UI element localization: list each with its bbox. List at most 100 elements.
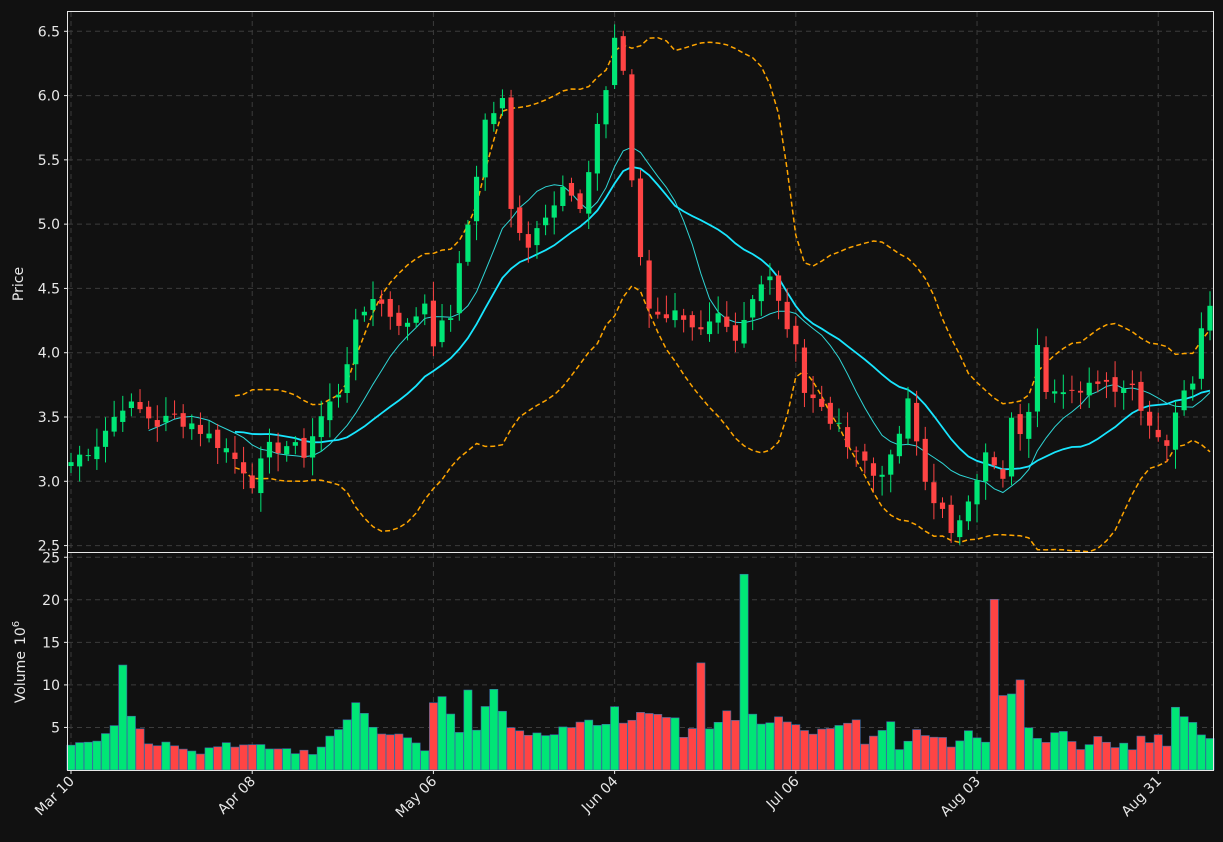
volume-bar xyxy=(800,730,809,771)
candle-body xyxy=(896,433,902,457)
volume-bar xyxy=(109,725,119,771)
volume-bar xyxy=(1067,741,1077,771)
candle-body xyxy=(258,458,264,494)
candle-body xyxy=(491,113,497,125)
candle-body xyxy=(758,284,764,302)
candle-body xyxy=(870,463,877,476)
volume-bar xyxy=(998,695,1008,771)
volume-bar xyxy=(1050,732,1060,771)
candle-body xyxy=(379,299,385,304)
candle-body xyxy=(111,416,117,432)
candle-body xyxy=(1017,414,1023,435)
candle-body xyxy=(430,300,436,347)
volume-bar xyxy=(1171,706,1180,771)
volume-tick-label: 15 xyxy=(42,635,60,651)
candle-body xyxy=(1008,417,1015,477)
volume-bar xyxy=(670,717,680,771)
volume-tick-label: 5 xyxy=(51,720,60,736)
candle-body xyxy=(845,427,851,448)
candle-body xyxy=(146,406,152,419)
volume-bar xyxy=(161,741,171,771)
candle-body xyxy=(637,178,644,258)
volume-bar xyxy=(170,745,179,771)
candle-body xyxy=(1077,390,1084,393)
volume-bar xyxy=(75,742,85,771)
volume-bar xyxy=(765,722,775,771)
volume-bar xyxy=(541,735,550,771)
volume-bar xyxy=(247,744,257,771)
candle-body xyxy=(85,455,91,457)
volume-bar xyxy=(1076,749,1085,771)
volume-bar xyxy=(196,753,205,771)
volume-bar xyxy=(230,746,240,771)
volume-bar xyxy=(1205,738,1215,771)
candle-body xyxy=(301,437,307,458)
candle-body xyxy=(931,482,937,504)
volume-bar xyxy=(774,716,783,771)
volume-bar xyxy=(403,737,412,771)
volume-bar xyxy=(661,717,671,771)
candle-body xyxy=(508,97,514,209)
volume-bar xyxy=(575,721,585,771)
candle-body xyxy=(197,424,204,434)
volume-bar xyxy=(273,748,283,771)
candle-body xyxy=(1172,412,1179,450)
volume-bar xyxy=(394,733,404,771)
candle-body xyxy=(456,263,462,314)
volume-bar xyxy=(454,732,464,771)
candle-body xyxy=(413,316,419,323)
price-tick-label: 5.0 xyxy=(38,217,60,233)
volume-bar xyxy=(515,730,525,771)
candle-body xyxy=(689,315,695,328)
volume-bar xyxy=(1093,736,1103,771)
volume-bar xyxy=(506,727,516,771)
price-tick-label: 3.0 xyxy=(38,474,60,490)
candle-body xyxy=(499,98,506,109)
volume-bar xyxy=(989,598,999,771)
candle-body xyxy=(560,186,566,206)
volume-bar xyxy=(66,744,76,771)
volume-bar xyxy=(869,735,878,771)
volume-bar xyxy=(411,742,421,771)
volume-bar xyxy=(480,706,490,771)
volume-bar xyxy=(429,702,438,771)
volume-bar xyxy=(731,720,740,771)
volume-bar xyxy=(351,702,361,771)
candle-body xyxy=(68,462,74,467)
volume-bar xyxy=(498,710,507,771)
volume-axis-label: Volume 106 xyxy=(11,621,29,703)
volume-bar xyxy=(1102,741,1111,771)
candle-body xyxy=(862,451,868,461)
volume-bar xyxy=(1041,742,1051,771)
volume-bar xyxy=(843,722,852,771)
volume-bar xyxy=(1162,745,1172,771)
volume-bar xyxy=(1145,742,1154,771)
volume-bar xyxy=(610,706,620,771)
candle-body xyxy=(655,311,661,315)
candle-body xyxy=(1207,305,1213,331)
candle-body xyxy=(396,312,402,326)
volume-bar xyxy=(325,735,335,771)
volume-bar xyxy=(549,734,559,771)
candle-body xyxy=(1155,429,1161,438)
candle-body xyxy=(310,436,316,458)
candle-body xyxy=(732,325,739,341)
volume-tick-label: 10 xyxy=(42,678,60,694)
candle-body xyxy=(888,454,894,475)
candle-body xyxy=(1147,411,1153,426)
candle-body xyxy=(991,457,997,466)
candle-body xyxy=(335,394,342,398)
volume-bar xyxy=(705,728,714,771)
price-tick-label: 6.0 xyxy=(38,89,60,105)
volume-bar xyxy=(912,729,922,771)
candle-body xyxy=(534,228,540,246)
candle-body xyxy=(629,74,635,181)
candle-body xyxy=(223,448,229,453)
volume-bar xyxy=(972,737,982,771)
volume-bar xyxy=(92,740,102,771)
volume-bar xyxy=(618,722,628,771)
volume-bar xyxy=(920,735,930,771)
volume-bar xyxy=(420,750,430,771)
candle-body xyxy=(517,207,523,233)
volume-bar xyxy=(644,713,654,771)
